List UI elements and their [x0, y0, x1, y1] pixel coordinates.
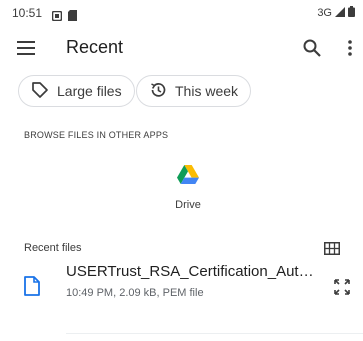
status-right: 3G [317, 6, 355, 20]
list-item[interactable]: USERTrust_RSA_Certification_Aut… 10:49 P… [0, 258, 363, 318]
signal-icon [335, 6, 345, 20]
app-tile-drive[interactable]: Drive [160, 165, 216, 211]
file-meta: 10:49 PM, 2.09 kB, PEM file [66, 287, 204, 299]
page-title: Recent [66, 37, 124, 57]
file-name: USERTrust_RSA_Certification_Aut… [66, 263, 314, 280]
app-label: Drive [175, 199, 201, 211]
search-icon[interactable] [300, 36, 324, 60]
grid-view-icon[interactable] [322, 238, 342, 258]
notification-square-icon [51, 8, 63, 26]
document-icon [24, 276, 40, 301]
status-left-icons [51, 8, 77, 26]
divider [66, 333, 363, 334]
chip-large-files[interactable]: Large files [18, 75, 135, 107]
history-icon [149, 81, 167, 102]
status-time: 10:51 [12, 6, 43, 20]
chip-this-week[interactable]: This week [136, 75, 252, 107]
more-vert-icon[interactable] [340, 36, 360, 60]
label-tag-icon [31, 81, 49, 102]
expand-icon[interactable] [330, 275, 354, 299]
network-type: 3G [317, 7, 332, 19]
hamburger-menu-icon[interactable] [14, 36, 38, 60]
battery-icon [348, 6, 355, 20]
recent-files-heading: Recent files [24, 242, 82, 254]
chip-label: Large files [57, 83, 122, 99]
sd-card-icon [68, 8, 77, 26]
browse-section-heading: BROWSE FILES IN OTHER APPS [24, 130, 169, 140]
google-drive-icon [177, 165, 199, 189]
chip-label: This week [175, 83, 239, 99]
